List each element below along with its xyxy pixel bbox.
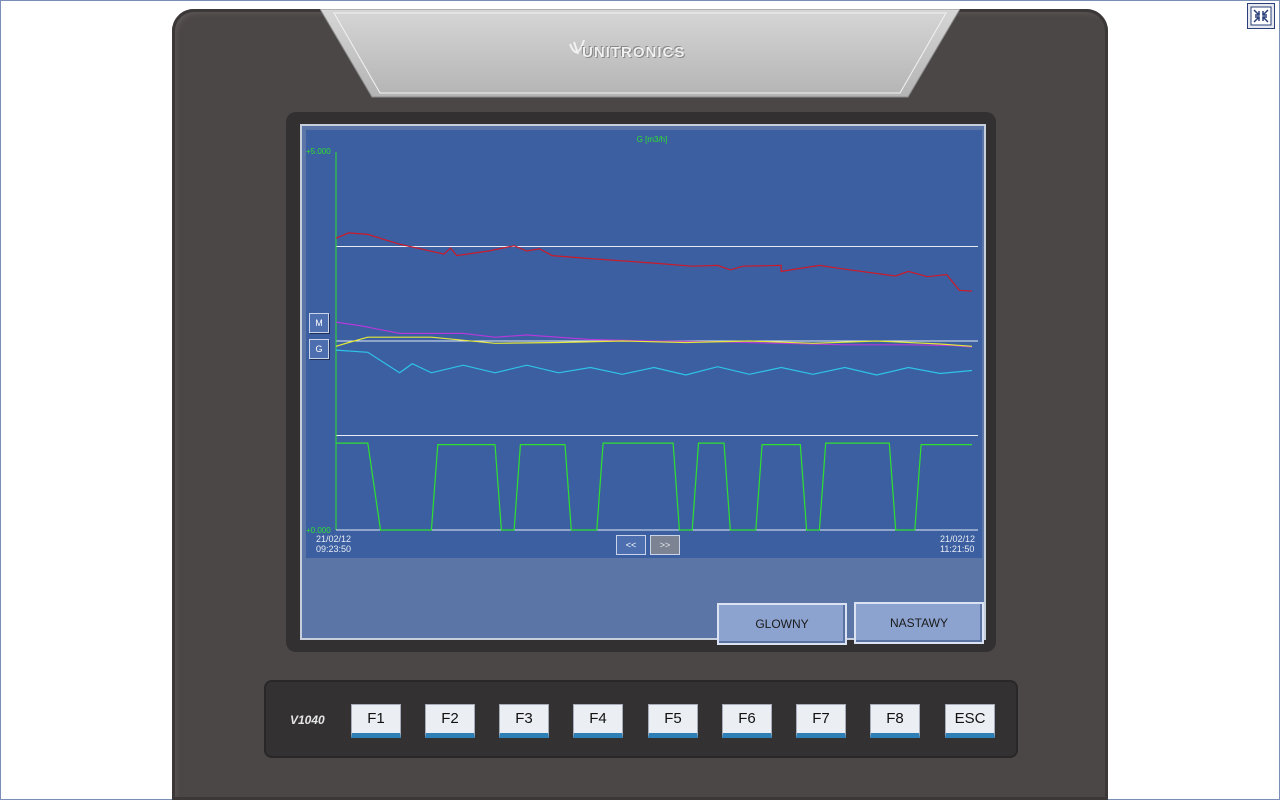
f3-key[interactable]: F3 bbox=[499, 704, 549, 738]
trend-chart: +5.000 +0.000 G [m3/h] M G 21/02/12 09:23:… bbox=[306, 130, 982, 558]
series-line-red bbox=[335, 232, 973, 292]
f4-key[interactable]: F4 bbox=[573, 704, 623, 738]
series-line-magenta bbox=[335, 321, 973, 348]
chart-title: G [m3/h] bbox=[637, 135, 668, 144]
brand-name: UNITRONICS bbox=[582, 44, 686, 61]
g-button[interactable]: G bbox=[309, 339, 329, 359]
series-line-cyan bbox=[335, 349, 973, 376]
trend-chart-svg: +5.000+0.000G [m3/h] bbox=[306, 135, 978, 535]
f6-key[interactable]: F6 bbox=[722, 704, 772, 738]
model-label: V1040 bbox=[290, 713, 325, 727]
series-line-green bbox=[336, 442, 972, 531]
f2-key[interactable]: F2 bbox=[425, 704, 475, 738]
m-button[interactable]: M bbox=[309, 313, 329, 333]
y-max-label: +5.000 bbox=[306, 147, 331, 156]
restore-window-button[interactable] bbox=[1247, 3, 1275, 29]
scroll-back-button[interactable]: << bbox=[616, 535, 646, 555]
f8-key[interactable]: F8 bbox=[870, 704, 920, 738]
f1-key[interactable]: F1 bbox=[351, 704, 401, 738]
function-keypad: V1040 F1 F2 F3 F4 F5 F6 F7 F8 ESC bbox=[264, 680, 1018, 758]
start-date: 21/02/12 bbox=[316, 534, 352, 544]
touch-screen: +5.000 +0.000 G [m3/h] M G 21/02/12 09:23:… bbox=[300, 124, 986, 645]
brand-plate: UNITRONICS bbox=[320, 9, 960, 101]
esc-key[interactable]: ESC bbox=[945, 704, 995, 738]
f5-key[interactable]: F5 bbox=[648, 704, 698, 738]
end-time: 11:21:50 bbox=[940, 544, 975, 554]
restore-window-icon bbox=[1250, 6, 1272, 26]
hmi-device: UNITRONICS +5.000 +0.000 G [m3/h] M G 21/0… bbox=[172, 9, 1108, 800]
start-time: 09:23:50 bbox=[316, 544, 352, 554]
glowny-button[interactable]: GLOWNY bbox=[717, 603, 847, 645]
nastawy-button[interactable]: NASTAWY bbox=[854, 602, 984, 644]
f7-key[interactable]: F7 bbox=[796, 704, 846, 738]
end-date: 21/02/12 bbox=[940, 534, 976, 544]
scroll-forward-button[interactable]: >> bbox=[650, 535, 680, 555]
